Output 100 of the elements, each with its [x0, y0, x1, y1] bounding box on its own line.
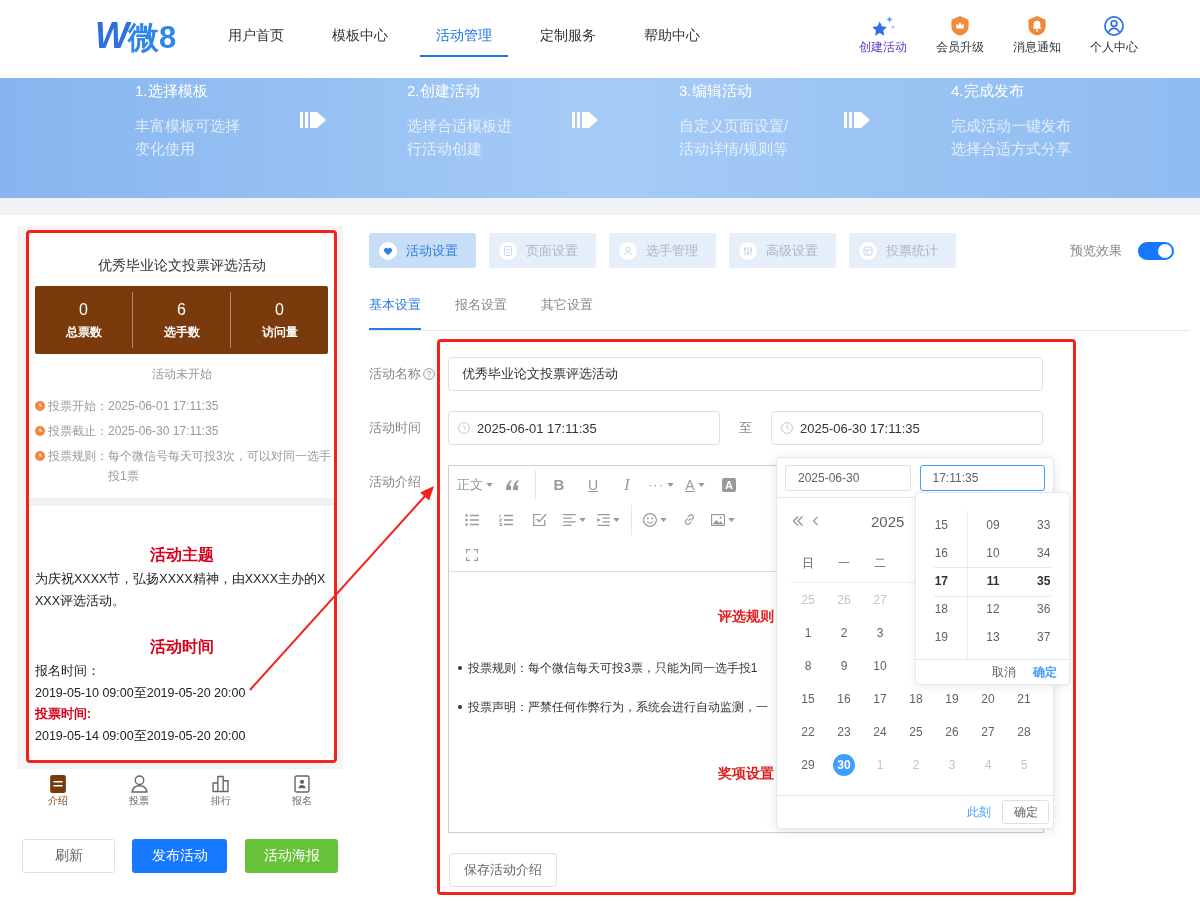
stat-label: 访问量 — [261, 324, 298, 340]
bar-chart-icon — [212, 774, 230, 793]
nav-link[interactable]: 帮助中心 — [628, 0, 717, 57]
tab-bar-item[interactable]: 排行 — [180, 769, 262, 812]
caret-icon — [667, 482, 674, 487]
time-option[interactable]: 09 — [986, 518, 1000, 532]
checkbox-icon[interactable] — [533, 513, 547, 526]
info-value: 每个微信号每天可投3次，可以对同一选手投1票 — [108, 448, 332, 485]
calendar-day[interactable]: 22 — [797, 720, 819, 743]
section-heading: 活动时间 — [148, 637, 215, 657]
confirm-button[interactable]: 确定 — [1002, 800, 1049, 824]
smiley-icon[interactable] — [643, 512, 657, 527]
info-value: 2025-06-30 17:11:35 — [108, 423, 220, 440]
calendar-day[interactable]: 2 — [833, 621, 855, 644]
nav-link[interactable]: 模板中心 — [316, 0, 405, 57]
calendar-day[interactable]: 26 — [941, 720, 963, 743]
date-input[interactable]: 2025-06-30 — [785, 465, 911, 491]
tab-bar-item[interactable]: 报名 — [261, 769, 343, 812]
id-card-icon — [294, 774, 311, 793]
numbered-list-icon[interactable] — [499, 513, 513, 526]
crown-shield-icon — [951, 16, 969, 36]
sub-tab[interactable]: 报名设置 — [455, 290, 507, 330]
image-icon[interactable] — [711, 513, 725, 526]
chevron-left-icon[interactable] — [813, 516, 818, 526]
calendar-day[interactable]: 9 — [833, 654, 855, 677]
time-input[interactable]: 17:11:35 — [919, 465, 1045, 491]
stat-value: 6 — [177, 300, 186, 320]
bullet-icon — [458, 705, 462, 709]
editor-heading: 奖项设置 — [718, 765, 774, 781]
calendar-day[interactable]: 19 — [941, 687, 963, 710]
time-option[interactable]: 19 — [934, 630, 948, 644]
time-option[interactable]: 13 — [986, 630, 1000, 644]
person-icon — [130, 774, 148, 793]
calendar-day[interactable]: 3 — [869, 621, 891, 644]
time-option[interactable]: 12 — [986, 602, 1000, 616]
nav-link[interactable]: 用户首页 — [212, 0, 301, 57]
header-link[interactable]: 消息通知 — [1012, 16, 1062, 54]
link-icon[interactable] — [682, 513, 696, 526]
header-link[interactable]: 创建活动 — [858, 16, 908, 54]
tab-bar-item[interactable]: 介绍 — [17, 769, 99, 812]
time-option[interactable]: 17 — [934, 574, 948, 588]
status-text: 活动未开始 — [150, 366, 213, 382]
save-intro-button[interactable]: 保存活动介绍 — [449, 853, 557, 887]
action-button[interactable]: 刷新 — [22, 839, 115, 873]
calendar-day[interactable]: 17 — [869, 687, 891, 710]
quote-icon[interactable] — [505, 479, 519, 490]
logo[interactable]: W微8 — [95, 16, 177, 56]
name-input[interactable]: 优秀毕业论文投票评选活动 — [448, 357, 1043, 391]
double-chevron-left-icon[interactable] — [793, 516, 803, 526]
calendar-day[interactable]: 21 — [1013, 687, 1035, 710]
bullet-list-icon[interactable] — [465, 513, 479, 526]
fullscreen-icon[interactable] — [466, 548, 478, 561]
field-label: 活动名称 — [369, 365, 421, 383]
cancel-link[interactable]: 取消 — [992, 663, 1016, 681]
time-option[interactable]: 16 — [934, 546, 948, 560]
calendar-day[interactable]: 24 — [869, 720, 891, 743]
calendar-day[interactable]: 27 — [977, 720, 999, 743]
time-option[interactable]: 15 — [934, 518, 948, 532]
preview-toggle[interactable] — [1138, 241, 1174, 260]
weekday-label: 一 — [838, 555, 850, 570]
clock-icon — [458, 422, 470, 434]
calendar-day[interactable]: 1 — [797, 621, 819, 644]
sub-tab[interactable]: 基本设置 — [369, 290, 421, 330]
sub-tab[interactable]: 其它设置 — [541, 290, 593, 330]
end-time-input[interactable]: 2025-06-30 17:11:35 — [771, 411, 1043, 445]
highlight-label: 投票时间: — [35, 706, 93, 723]
start-time-input[interactable]: 2025-06-01 17:11:35 — [448, 411, 720, 445]
tab-bar-item[interactable]: 投票 — [98, 769, 180, 812]
nav-link[interactable]: 定制服务 — [524, 0, 613, 57]
calendar-day[interactable]: 10 — [869, 654, 891, 677]
time-option[interactable]: 11 — [986, 574, 1000, 588]
step-description: 自定义页面设置/ 活动详情/规则等 — [679, 116, 789, 159]
editor-text: 投票规则：每个微信每天可投3票，只能为同一选手投1 — [468, 660, 758, 677]
arrow-right-icon — [844, 112, 870, 128]
calendar-day[interactable]: 25 — [905, 720, 927, 743]
calendar-day[interactable]: 28 — [1013, 720, 1035, 743]
help-icon[interactable] — [423, 368, 435, 380]
caret-icon — [660, 517, 667, 522]
time-option[interactable]: 10 — [986, 546, 1000, 560]
align-left-icon[interactable] — [562, 513, 576, 526]
weekday-label: 日 — [802, 555, 814, 570]
calendar-day[interactable]: 8 — [797, 654, 819, 677]
calendar-day[interactable]: 15 — [797, 687, 819, 710]
nav-link[interactable]: 活动管理 — [420, 0, 509, 57]
indent-icon[interactable] — [596, 513, 610, 526]
stat-label: 选手数 — [163, 324, 200, 340]
time-option[interactable]: 18 — [934, 602, 948, 616]
action-button[interactable]: 发布活动 — [132, 839, 227, 873]
header-link[interactable]: 个人中心 — [1089, 16, 1139, 54]
calendar-day[interactable]: 23 — [833, 720, 855, 743]
activity-title: 优秀毕业论文投票评选活动 — [96, 256, 267, 275]
calendar-day[interactable]: 16 — [833, 687, 855, 710]
calendar-day[interactable]: 29 — [797, 753, 819, 776]
body-text: 报名时间： — [35, 663, 101, 680]
editor-text: 投票声明：严禁任何作弊行为，系统会进行自动监测，一 — [468, 699, 768, 716]
calendar-day[interactable]: 18 — [905, 687, 927, 710]
caret-icon — [578, 517, 586, 522]
calendar-day[interactable]: 20 — [977, 687, 999, 710]
arrow-right-icon — [300, 112, 326, 128]
header-link[interactable]: 会员升级 — [935, 16, 985, 54]
